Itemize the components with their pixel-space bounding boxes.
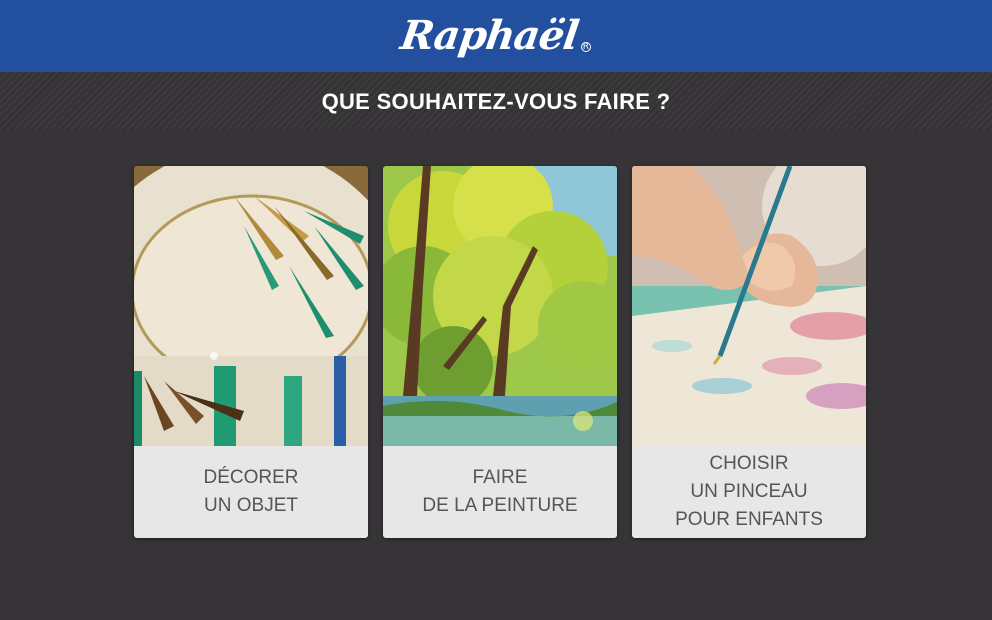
card-decorate-object[interactable]: DÉCORER UN OBJET	[134, 166, 368, 538]
card-label-line: POUR ENFANTS	[675, 509, 823, 530]
child-painting-image	[632, 166, 866, 446]
card-label-line: CHOISIR	[709, 453, 789, 474]
registered-mark-icon: R	[580, 42, 591, 52]
card-label-line: DE LA PEINTURE	[422, 495, 578, 516]
card-label-line: UN OBJET	[204, 495, 298, 516]
card-label-line: DÉCORER	[203, 467, 299, 488]
card-choose-kids-brush[interactable]: CHOISIR UN PINCEAU POUR ENFANTS	[632, 166, 866, 538]
card-label: CHOISIR UN PINCEAU POUR ENFANTS	[632, 446, 866, 538]
page-title: QUE SOUHAITEZ-VOUS FAIRE ?	[321, 89, 671, 114]
card-make-painting[interactable]: FAIRE DE LA PEINTURE	[383, 166, 617, 538]
card-label: DÉCORER UN OBJET	[134, 446, 368, 538]
card-label: FAIRE DE LA PEINTURE	[383, 446, 617, 538]
brand-logo[interactable]: Raphaël R	[397, 12, 591, 59]
landscape-painting-image	[383, 166, 617, 446]
logo-text: Raphaël	[397, 12, 582, 59]
decorated-bowl-image	[134, 166, 368, 446]
card-label-line: UN PINCEAU	[690, 481, 808, 502]
card-label-line: FAIRE	[472, 467, 528, 488]
header-bar: Raphaël R	[0, 0, 992, 72]
